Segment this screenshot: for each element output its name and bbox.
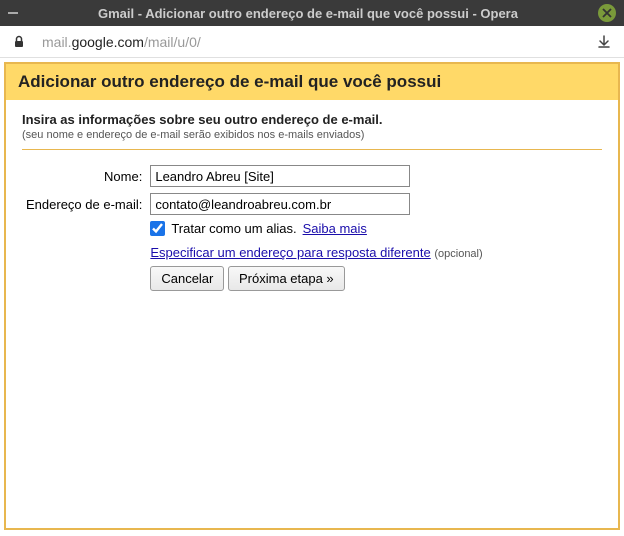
email-input[interactable] <box>150 193 410 215</box>
dialog-header: Adicionar outro endereço de e-mail que v… <box>6 64 618 100</box>
reply-address-link[interactable]: Especificar um endereço para resposta di… <box>150 245 430 260</box>
url-part: mail. <box>42 34 72 50</box>
instruction-text: Insira as informações sobre seu outro en… <box>22 112 602 127</box>
instruction-sub: (seu nome e endereço de e-mail serão exi… <box>22 129 602 141</box>
alias-label: Tratar como um alias. <box>171 221 296 236</box>
email-label: Endereço de e-mail: <box>22 190 146 218</box>
minimize-icon[interactable] <box>8 6 18 21</box>
url-display[interactable]: mail.google.com/mail/u/0/ <box>42 34 201 50</box>
close-icon[interactable] <box>598 4 616 22</box>
dialog-box: Adicionar outro endereço de e-mail que v… <box>4 62 620 530</box>
url-path: /mail/u/0/ <box>144 34 201 50</box>
download-icon[interactable] <box>596 34 612 50</box>
address-bar: mail.google.com/mail/u/0/ <box>0 26 624 58</box>
next-button[interactable]: Próxima etapa » <box>228 266 345 291</box>
alias-checkbox[interactable] <box>150 221 165 236</box>
cancel-button[interactable]: Cancelar <box>150 266 224 291</box>
dialog-title: Adicionar outro endereço de e-mail que v… <box>18 72 606 92</box>
window-title: Gmail - Adicionar outro endereço de e-ma… <box>18 6 598 21</box>
optional-label: (opcional) <box>434 248 482 260</box>
name-label: Nome: <box>22 162 146 190</box>
window-titlebar: Gmail - Adicionar outro endereço de e-ma… <box>0 0 624 26</box>
lock-icon <box>12 35 26 49</box>
url-domain: google.com <box>72 34 144 50</box>
name-input[interactable] <box>150 165 410 187</box>
form-table: Nome: Endereço de e-mail: Tratar como um… <box>22 162 487 294</box>
learn-more-link[interactable]: Saiba mais <box>303 221 367 236</box>
divider <box>22 149 602 150</box>
